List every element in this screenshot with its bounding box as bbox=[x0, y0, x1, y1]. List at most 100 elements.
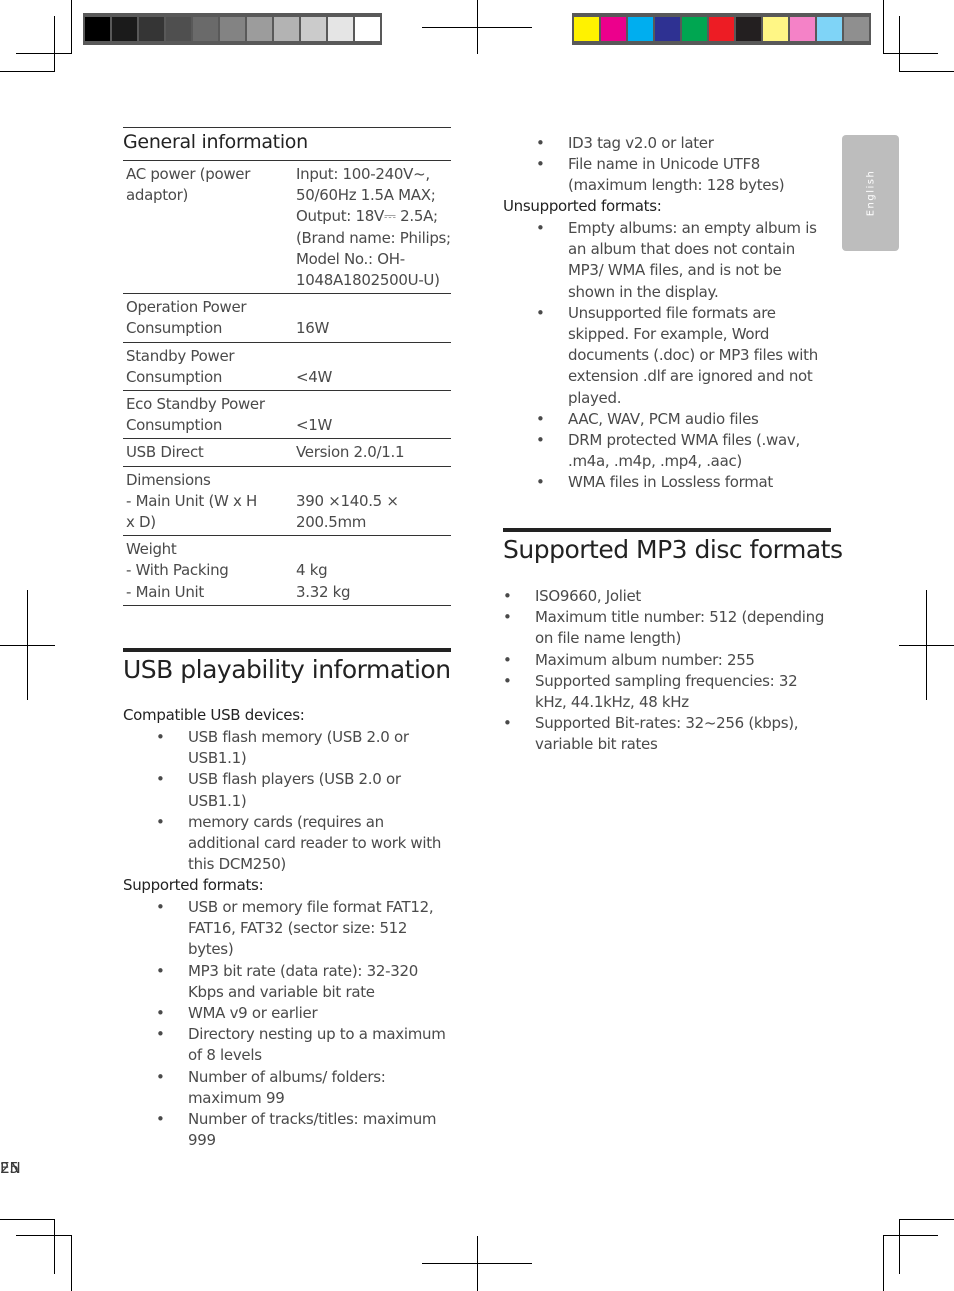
mp3-disc-formats-heading: Supported MP3 disc formats bbox=[503, 535, 843, 564]
color-swatch bbox=[301, 17, 326, 41]
color-swatch bbox=[655, 17, 680, 41]
color-swatch bbox=[790, 17, 815, 41]
bullet-icon: • bbox=[156, 961, 165, 980]
usb-playability-heading: USB playability information bbox=[123, 655, 451, 684]
language-side-tab: English bbox=[842, 135, 899, 251]
list-item-text: Supported Bit-rates: 32~256 (kbps), vari… bbox=[535, 714, 799, 754]
color-swatch bbox=[139, 17, 164, 41]
color-swatch bbox=[328, 17, 353, 41]
bullet-icon: • bbox=[156, 1004, 165, 1023]
page-number: 25 bbox=[0, 1159, 20, 1177]
bullet-icon: • bbox=[536, 134, 545, 152]
spec-value: <4W bbox=[296, 367, 333, 386]
crop-mark bbox=[899, 1219, 900, 1274]
spec-row: Operation Power Consumption 16W bbox=[123, 293, 451, 342]
list-item: • USB or memory file format FAT12, FAT16,… bbox=[123, 897, 451, 961]
list-item-text: ID3 tag v2.0 or later bbox=[568, 134, 714, 152]
color-swatch bbox=[763, 17, 788, 41]
crop-mark bbox=[0, 645, 55, 646]
spec-key: USB Direct bbox=[126, 443, 204, 462]
list-item-text: Supported sampling frequencies: 32 kHz, … bbox=[535, 671, 798, 712]
crop-mark bbox=[71, 1235, 72, 1291]
color-swatch bbox=[817, 17, 842, 41]
spec-value: 16W bbox=[296, 319, 330, 338]
bullet-icon: • bbox=[503, 587, 512, 605]
spec-row: Weight - With Packing - Main Unit 4 kg 3… bbox=[123, 535, 451, 606]
list-item: • Directory nesting up to a maximum of 8 … bbox=[123, 1024, 451, 1066]
crop-mark bbox=[899, 16, 900, 72]
bullet-icon: • bbox=[156, 1025, 165, 1044]
color-swatch bbox=[193, 17, 218, 41]
color-swatch bbox=[220, 17, 245, 41]
section-rule bbox=[123, 648, 451, 652]
list-item: • AAC, WAV, PCM audio files bbox=[503, 409, 831, 430]
spec-value: Version 2.0/1.1 bbox=[296, 443, 405, 462]
crop-mark bbox=[883, 1235, 938, 1236]
spec-key: AC power (power adaptor) bbox=[126, 165, 251, 205]
bullet-icon: • bbox=[536, 473, 545, 492]
list-item-text: AAC, WAV, PCM audio files bbox=[568, 409, 759, 428]
general-information-heading: General information bbox=[123, 127, 451, 153]
process-color-bar bbox=[572, 13, 871, 45]
spec-value: <1W bbox=[296, 416, 333, 435]
spec-row: Dimensions - Main Unit (W x H x D) 390 ×… bbox=[123, 466, 451, 536]
spec-key: Operation Power Consumption bbox=[126, 298, 247, 338]
bullet-icon: • bbox=[503, 714, 512, 733]
color-swatch bbox=[85, 17, 110, 41]
spec-key: Eco Standby Power Consumption bbox=[126, 395, 265, 435]
spec-row: Standby Power Consumption <4W bbox=[123, 342, 451, 390]
list-item: • WMA files in Lossless format bbox=[503, 472, 831, 493]
bullet-icon: • bbox=[156, 812, 165, 831]
crop-mark bbox=[54, 1219, 55, 1274]
bullet-icon: • bbox=[156, 728, 165, 746]
list-item-text: Maximum album number: 255 bbox=[535, 650, 755, 669]
list-item: • Number of albums/ folders: maximum 99 bbox=[123, 1067, 451, 1109]
list-item: • memory cards (requires an additional ca… bbox=[123, 812, 451, 876]
crop-mark bbox=[899, 71, 954, 72]
color-swatch bbox=[247, 17, 272, 41]
list-item: • ID3 tag v2.0 or later bbox=[503, 133, 831, 154]
crop-mark bbox=[16, 53, 72, 54]
list-item: • Supported sampling frequencies: 32 kHz,… bbox=[503, 671, 831, 713]
spec-key: Standby Power Consumption bbox=[126, 346, 235, 386]
bullet-icon: • bbox=[156, 1067, 165, 1086]
crop-mark bbox=[0, 71, 55, 72]
color-swatch bbox=[112, 17, 137, 41]
crop-mark bbox=[883, 1235, 884, 1291]
list-item: • MP3 bit rate (data rate): 32-320 Kbps a… bbox=[123, 961, 451, 1003]
list-item: • ISO9660, Joliet bbox=[503, 586, 831, 607]
color-swatch bbox=[574, 17, 599, 41]
color-swatch bbox=[736, 17, 761, 41]
color-swatch bbox=[682, 17, 707, 41]
list-item: • File name in Unicode UTF8 (maximum leng… bbox=[503, 154, 831, 196]
compatible-usb-devices-list: • USB flash memory (USB 2.0 or USB1.1) • US… bbox=[123, 727, 451, 875]
list-item-text: ISO9660, Joliet bbox=[535, 587, 642, 605]
bullet-icon: • bbox=[536, 155, 545, 174]
color-swatch bbox=[601, 17, 626, 41]
crop-mark bbox=[16, 1235, 72, 1236]
list-item: • Maximum album number: 255 bbox=[503, 650, 831, 671]
list-item-text: USB or memory file format FAT12, FAT16, … bbox=[188, 898, 434, 959]
list-item-text: USB flash memory (USB 2.0 or USB1.1) bbox=[188, 728, 409, 768]
bullet-icon: • bbox=[503, 650, 512, 669]
list-item-text: Maximum title number: 512 (depending on … bbox=[535, 608, 825, 648]
bullet-icon: • bbox=[156, 898, 165, 916]
list-item: • USB flash players (USB 2.0 or USB1.1) bbox=[123, 769, 451, 811]
list-item: • Unsupported file formats are skipped. F… bbox=[503, 303, 831, 409]
list-item: • Maximum title number: 512 (depending on… bbox=[503, 607, 831, 649]
crop-mark bbox=[899, 1219, 954, 1220]
crop-mark bbox=[0, 1219, 55, 1220]
supported-formats-label: Supported formats: bbox=[123, 876, 264, 894]
bullet-icon: • bbox=[536, 303, 545, 322]
list-item-text: DRM protected WMA files (.wav, .m4a, .m4… bbox=[568, 431, 800, 471]
list-item: • Supported Bit-rates: 32~256 (kbps), var… bbox=[503, 713, 831, 755]
crop-mark bbox=[883, 53, 938, 54]
crop-mark bbox=[422, 1263, 532, 1264]
list-item-text: Directory nesting up to a maximum of 8 l… bbox=[188, 1025, 446, 1065]
crop-mark bbox=[883, 0, 884, 54]
color-swatch bbox=[355, 17, 380, 41]
supported-formats-list-continued: • ID3 tag v2.0 or later • File name in Unic… bbox=[503, 133, 831, 197]
list-item-text: Unsupported file formats are skipped. Fo… bbox=[568, 303, 818, 407]
list-item-text: Empty albums: an empty album is an album… bbox=[568, 219, 817, 301]
crop-mark bbox=[422, 27, 532, 28]
